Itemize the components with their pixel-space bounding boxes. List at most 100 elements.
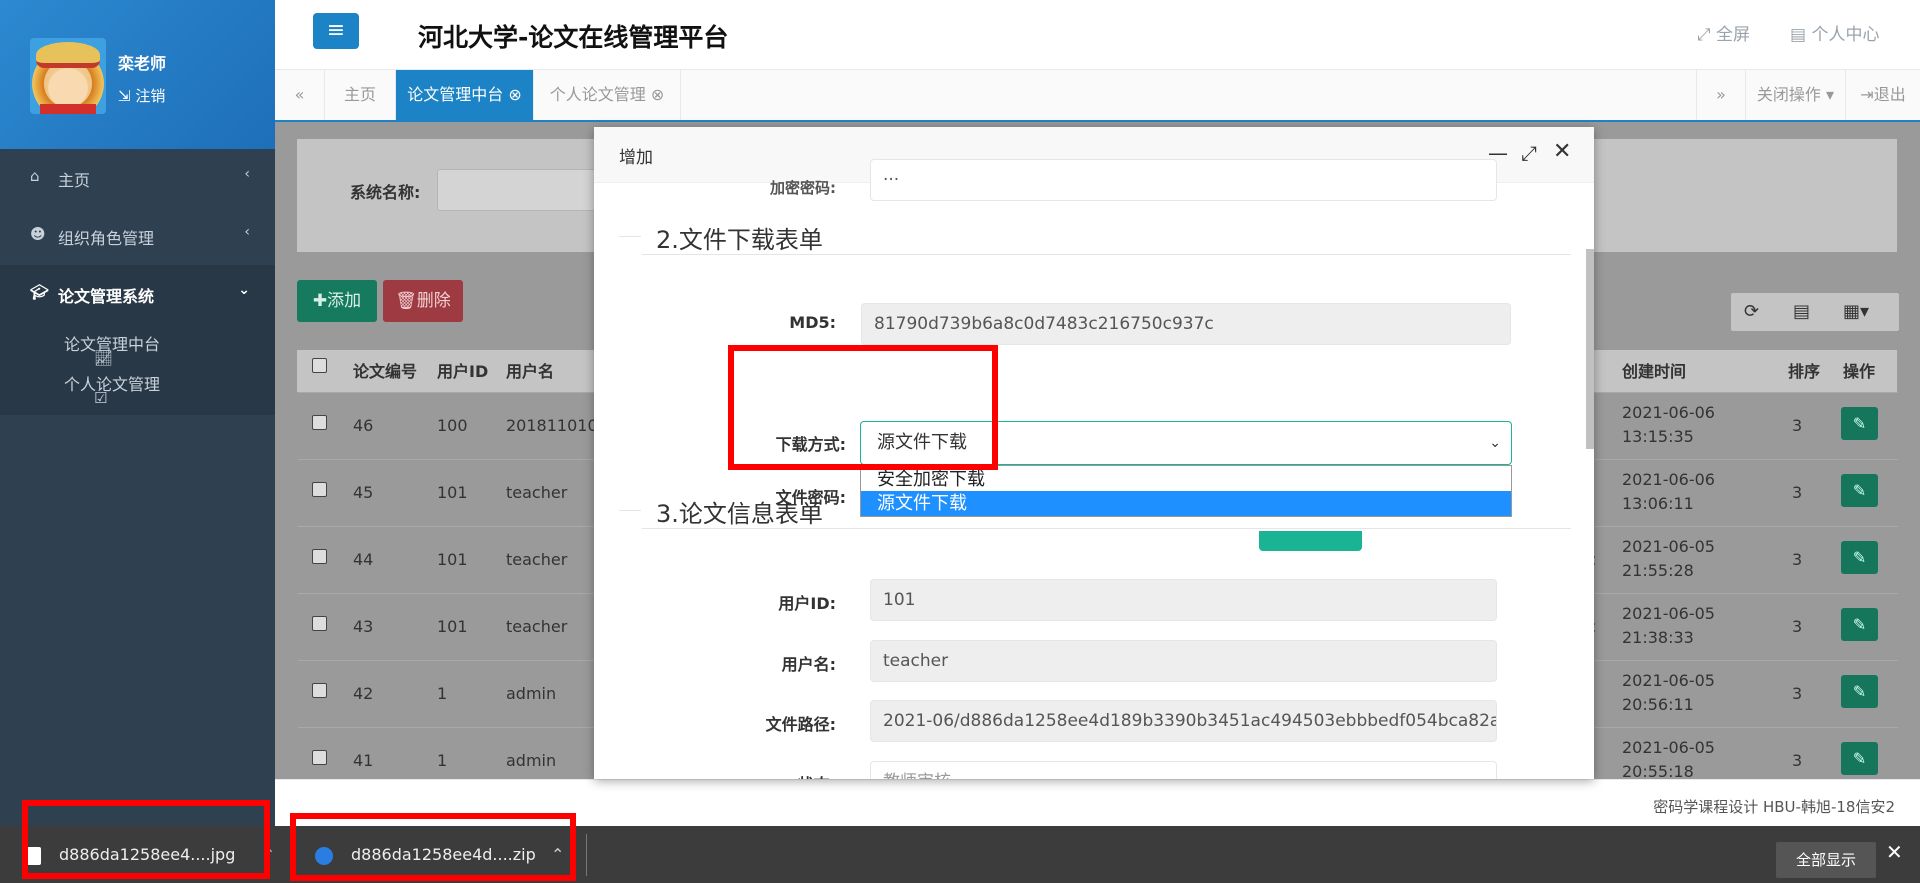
close-icon[interactable]: ⊗ (651, 85, 664, 104)
profile-panel: 栾老师 ⇲ 注销 (0, 0, 275, 149)
sidebar-item-org-roles[interactable]: ☻ 组织角色管理 ‹ (0, 207, 275, 265)
cell-user-id: 101 (437, 550, 468, 569)
edit-button[interactable]: ✎ (1841, 608, 1878, 641)
cell-user-id: 1 (437, 751, 448, 770)
user-id-field[interactable]: 101 (870, 579, 1497, 621)
sidebar-subitem-personal-paper[interactable]: ☑ 个人论文管理 (64, 371, 160, 407)
exit-button[interactable]: ⇥退出 (1846, 70, 1920, 120)
edit-button[interactable]: ✎ (1841, 742, 1878, 775)
add-button[interactable]: ✚添加 (297, 280, 377, 322)
tab-bar: « 主页 论文管理中台 ⊗ 个人论文管理 ⊗ » 关闭操作 ▾ ⇥退出 (275, 70, 1920, 122)
section-divider (619, 236, 641, 237)
user-name-field[interactable]: teacher (870, 640, 1497, 682)
column-header[interactable]: 排序 (1788, 358, 1820, 382)
user-name-label: 用户名: (781, 655, 836, 674)
divider (586, 834, 587, 876)
home-icon: ⌂ (30, 167, 40, 185)
edit-icon: ✎ (1852, 414, 1867, 433)
close-icon[interactable]: ✕ (1553, 139, 1571, 164)
encrypt-password-input[interactable]: ··· (870, 159, 1497, 201)
highlight-box (290, 813, 576, 881)
sidebar-subitem-paper-center[interactable]: 📈︎ 论文管理中台 (64, 331, 160, 367)
dialog-scrollbar[interactable] (1586, 249, 1594, 449)
profile-center-button[interactable]: ▤ 个人中心 (1790, 20, 1879, 45)
trash-icon: 🗑︎ (395, 291, 417, 311)
md5-field[interactable]: 81790d739b6a8c0d7483c216750c937c (861, 303, 1511, 345)
plus-icon: ✚ (312, 291, 328, 311)
chevron-left-icon: ‹ (244, 166, 250, 182)
status-field[interactable]: 教师审核 (870, 761, 1497, 779)
select-all-checkbox[interactable] (312, 358, 327, 373)
user-id-label: 用户ID: (778, 594, 836, 613)
generate-button[interactable] (1259, 531, 1362, 551)
cell-created-time: 13:15:35 (1622, 427, 1694, 446)
column-header[interactable]: 论文编号 (353, 358, 417, 382)
cell-created-date: 2021-06-05 (1622, 537, 1715, 556)
footer-text: 密码学课程设计 HBU-韩旭-18信安2 (1653, 798, 1895, 816)
file-path-field[interactable]: 2021-06/d886da1258ee4d189b3390b3451ac494… (870, 700, 1497, 742)
row-checkbox[interactable] (312, 415, 327, 430)
logout-link[interactable]: ⇲ 注销 (118, 85, 165, 106)
edit-button[interactable]: ✎ (1841, 407, 1878, 440)
download-bar: d886da1258ee4....jpg ⌃ d886da1258ee4d...… (0, 826, 1920, 883)
maximize-icon[interactable]: ⤢ (1521, 141, 1537, 165)
cell-paper-id: 43 (353, 617, 374, 636)
cell-user-name: teacher (506, 550, 568, 569)
fullscreen-button[interactable]: ⤢ 全屏 (1697, 20, 1750, 45)
refresh-icon[interactable]: ⟳ (1744, 301, 1759, 322)
tab-paper-center[interactable]: 论文管理中台 ⊗ (396, 70, 534, 120)
dropdown-option[interactable]: 安全加密下载 (861, 467, 1511, 492)
tab-personal-paper[interactable]: 个人论文管理 ⊗ (534, 70, 681, 120)
cell-sort: 3 (1792, 684, 1803, 703)
edit-button[interactable]: ✎ (1841, 675, 1878, 708)
cell-user-id: 1 (437, 684, 448, 703)
section-divider (642, 254, 1571, 255)
sidebar-item-label: 主页 (58, 171, 91, 190)
edit-icon: ✎ (1852, 682, 1867, 701)
row-checkbox[interactable] (312, 482, 327, 497)
close-icon[interactable]: ✕ (1886, 840, 1903, 864)
delete-button[interactable]: 🗑︎删除 (383, 280, 463, 322)
tab-scroll-right-button[interactable]: » (1696, 70, 1746, 120)
hamburger-icon: ≡ (326, 18, 346, 43)
show-all-button[interactable]: 全部显示 (1776, 842, 1876, 878)
menu-toggle-button[interactable]: ≡ (313, 13, 359, 49)
columns-icon[interactable]: ▦▾ (1843, 301, 1869, 322)
tab-home[interactable]: 主页 (325, 70, 396, 120)
section-title-paper-info: 3.论文信息表单 (656, 500, 823, 528)
edit-button[interactable]: ✎ (1841, 541, 1878, 574)
graduation-cap-icon: 🎓︎ (30, 283, 50, 301)
add-label: 添加 (327, 291, 362, 311)
section-divider (642, 528, 1571, 529)
edit-button[interactable]: ✎ (1841, 474, 1878, 507)
cell-paper-id: 46 (353, 416, 374, 435)
tab-label: 主页 (343, 85, 376, 104)
cell-sort: 3 (1792, 483, 1803, 502)
column-header[interactable]: 用户ID (437, 358, 488, 382)
status-label: 状态: (716, 771, 836, 779)
chevron-left-icon: ‹ (244, 224, 250, 240)
row-checkbox[interactable] (312, 616, 327, 631)
column-header[interactable]: 用户名 (506, 358, 554, 382)
list-icon[interactable]: ▤ (1793, 301, 1810, 322)
avatar[interactable] (30, 38, 106, 114)
edit-icon: ✎ (1852, 749, 1867, 768)
sidebar-item-home[interactable]: ⌂ 主页 ‹ (0, 149, 275, 207)
sidebar-item-paper-system[interactable]: 🎓︎ 论文管理系统 ⌄ 📈︎ 论文管理中台 ☑ 个人论文管理 (0, 265, 275, 415)
column-header[interactable]: 创建时间 (1622, 358, 1686, 382)
tab-scroll-left-button[interactable]: « (275, 70, 325, 120)
download-method-options[interactable]: 安全加密下载 源文件下载 (860, 465, 1512, 517)
close-operations-dropdown[interactable]: 关闭操作 ▾ (1746, 70, 1846, 120)
sidebar-item-label: 论文管理系统 (58, 287, 155, 306)
row-checkbox[interactable] (312, 683, 327, 698)
dropdown-option[interactable]: 源文件下载 (861, 491, 1511, 516)
cell-user-name: admin (506, 684, 557, 703)
close-icon[interactable]: ⊗ (508, 85, 521, 104)
highlight-box (728, 345, 998, 470)
dialog-title: 增加 (619, 148, 653, 168)
chevron-down-icon: ⌄ (1489, 435, 1501, 451)
delete-label: 删除 (416, 291, 451, 311)
row-checkbox[interactable] (312, 549, 327, 564)
row-checkbox[interactable] (312, 750, 327, 765)
double-chevron-right-icon: » (1716, 85, 1726, 104)
